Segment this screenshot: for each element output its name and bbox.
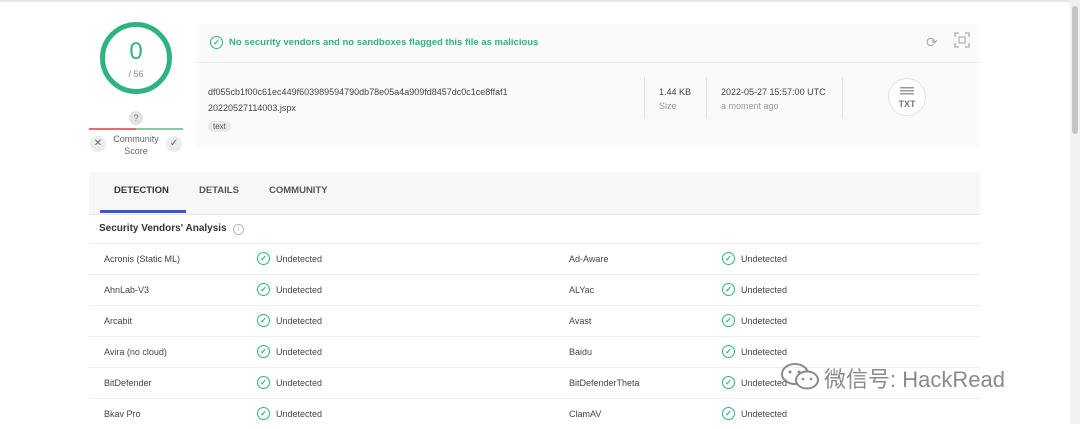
vendor-result: Undetected	[741, 316, 788, 326]
vendor-name: ALYac	[569, 285, 595, 295]
refresh-icon[interactable]: ⟳	[926, 34, 938, 51]
vendor-result: Undetected	[741, 347, 788, 357]
check-circle-icon: ✓	[722, 345, 735, 358]
active-tab-indicator	[100, 210, 186, 213]
check-circle-icon: ✓	[257, 283, 270, 296]
scrollbar-thumb[interactable]	[1072, 6, 1078, 134]
community-dislike-button[interactable]: ✕	[90, 136, 106, 152]
page-scrollbar[interactable]	[1070, 0, 1080, 424]
divider	[706, 77, 707, 119]
check-circle-icon: ✓	[722, 376, 735, 389]
file-hash[interactable]: df055cb1f00c61ec449f603989594790db78e05a…	[208, 87, 508, 97]
top-border	[0, 0, 1080, 2]
vendor-name: Ad-Aware	[569, 254, 609, 264]
check-circle-icon: ✓	[257, 314, 270, 327]
document-icon	[900, 87, 914, 95]
table-row: AhnLab-V3 ✓ Undetected ALYac ✓ Undetected	[89, 274, 980, 305]
vendor-name: AhnLab-V3	[104, 285, 150, 295]
check-circle-icon: ✓	[257, 252, 270, 265]
vendor-results-table: Acronis (Static ML) ✓ Undetected Ad-Aware ✓ U…	[89, 243, 980, 429]
vendor-result: Undetected	[276, 347, 323, 357]
check-circle-icon: ✓	[722, 252, 735, 265]
file-tag[interactable]: text	[208, 121, 231, 132]
detection-total: / 56	[128, 69, 144, 79]
info-icon[interactable]: i	[233, 224, 244, 235]
check-circle-icon: ✓	[257, 345, 270, 358]
detection-score-ring: 0 / 56	[100, 22, 172, 94]
table-row: Bkav Pro ✓ Undetected ClamAV ✓ Undetected	[89, 398, 980, 429]
last-analysis-relative: a moment ago	[721, 101, 779, 111]
vendor-name: Acronis (Static ML)	[104, 254, 181, 264]
vendor-name: Arcabit	[104, 316, 133, 326]
community-score-label-line2: Score	[124, 146, 148, 156]
vendor-result: Undetected	[741, 254, 788, 264]
check-circle-icon: ✓	[722, 314, 735, 327]
vendor-result: Undetected	[276, 409, 323, 419]
watermark-text: 微信号: HackRead	[824, 367, 1005, 392]
similar-files-icon[interactable]	[954, 32, 970, 48]
table-row: Arcabit ✓ Undetected Avast ✓ Undetected	[89, 305, 980, 336]
file-type-label: TXT	[898, 99, 916, 109]
vendor-result: Undetected	[276, 254, 323, 264]
community-score-bar	[89, 128, 183, 130]
close-icon: ✕	[93, 138, 103, 149]
check-circle-icon: ✓	[257, 376, 270, 389]
last-analysis-date: 2022-05-27 15:57:00 UTC	[721, 87, 826, 97]
verdict-text: No security vendors and no sandboxes fla…	[229, 37, 539, 48]
file-summary-card: ✓ No security vendors and no sandboxes f…	[196, 24, 980, 148]
wechat-logo	[781, 363, 819, 390]
community-score-label: Community Score	[110, 133, 162, 157]
detection-count: 0	[129, 38, 143, 65]
verdict-banner: ✓ No security vendors and no sandboxes f…	[196, 24, 980, 63]
divider	[644, 77, 645, 119]
file-type-badge: TXT	[888, 78, 926, 116]
tab-bar: DETECTION DETAILS COMMUNITY	[89, 172, 980, 215]
vendor-result: Undetected	[276, 316, 323, 326]
file-name: 20220527114003.jspx	[208, 103, 296, 113]
vendor-name: Bkav Pro	[104, 409, 141, 419]
vendor-name: BitDefender	[104, 378, 152, 388]
check-circle-icon: ✓	[210, 36, 223, 49]
check-circle-icon: ✓	[722, 283, 735, 296]
tab-detection[interactable]: DETECTION	[114, 185, 169, 196]
file-size-value: 1.44 KB	[659, 87, 692, 97]
vendor-name: Avira (no cloud)	[104, 347, 167, 357]
section-title: Security Vendors' Analysis	[99, 223, 227, 234]
community-score-label-line1: Community	[113, 134, 159, 144]
vendor-name: ClamAV	[569, 409, 602, 419]
check-circle-icon: ✓	[722, 407, 735, 420]
check-circle-icon: ✓	[257, 407, 270, 420]
tab-details[interactable]: DETAILS	[199, 185, 239, 196]
vendor-result: Undetected	[741, 409, 788, 419]
community-like-button[interactable]: ✓	[166, 136, 182, 152]
file-size-label: Size	[659, 101, 677, 111]
vendor-name: Baidu	[569, 347, 593, 357]
vendor-name: BitDefenderTheta	[569, 378, 640, 388]
tab-community[interactable]: COMMUNITY	[269, 185, 328, 196]
vendor-result: Undetected	[741, 285, 788, 295]
vendor-name: Avast	[569, 316, 592, 326]
vendor-result: Undetected	[276, 378, 323, 388]
divider	[842, 77, 843, 119]
table-row: Acronis (Static ML) ✓ Undetected Ad-Aware ✓ U…	[89, 243, 980, 274]
vendor-result: Undetected	[276, 285, 323, 295]
check-icon: ✓	[169, 138, 179, 149]
community-score-help-icon[interactable]: ?	[129, 111, 143, 125]
